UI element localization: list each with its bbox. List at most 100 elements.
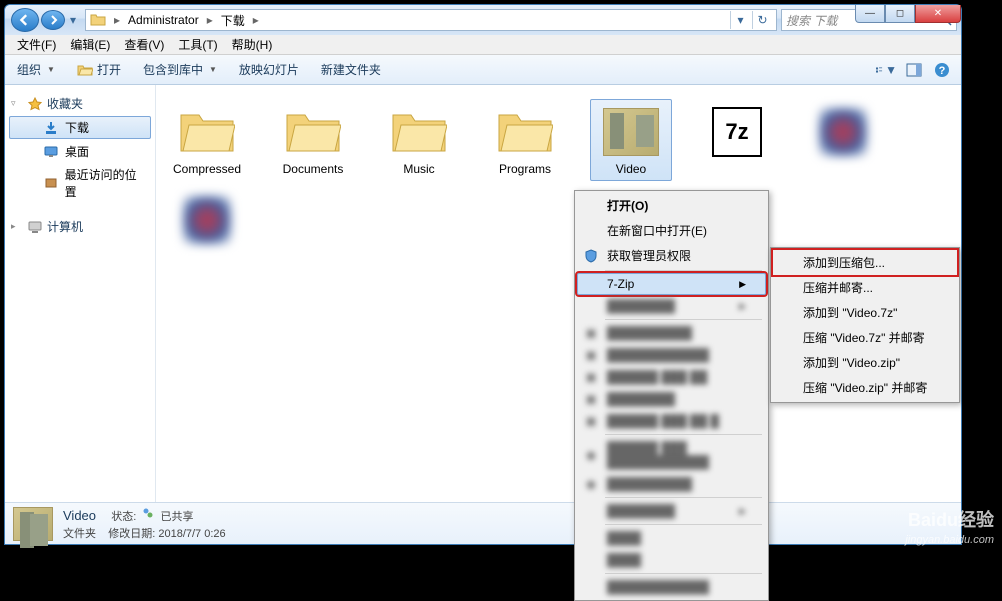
- ctx-blurred-item[interactable]: ████: [577, 527, 766, 549]
- ctx-blurred-item[interactable]: ▣██████████: [577, 322, 766, 344]
- file-item[interactable]: 7z: [696, 99, 778, 181]
- ctx-7z-compress-7z-email[interactable]: 压缩 "Video.7z" 并邮寄: [773, 325, 957, 350]
- ctx-blurred-item[interactable]: ████: [577, 549, 766, 571]
- download-icon: [43, 120, 59, 136]
- archive-icon: [819, 108, 867, 156]
- new-folder-button[interactable]: 新建文件夹: [317, 59, 385, 80]
- breadcrumb-part[interactable]: Administrator: [122, 11, 205, 29]
- star-icon: [27, 96, 43, 112]
- navigation-pane: ▿ 收藏夹 下载 桌面: [5, 85, 155, 502]
- toolbar: 组织▼ 打开 包含到库中▼ 放映幻灯片 新建文件夹 ▼ ?: [5, 55, 961, 85]
- ctx-blurred-item[interactable]: ████████▶: [577, 500, 766, 522]
- nav-history-dropdown[interactable]: ▾: [67, 10, 79, 30]
- file-label: Music: [403, 162, 434, 176]
- folder-icon: [285, 107, 341, 158]
- file-item[interactable]: Compressed: [166, 99, 248, 181]
- folder-icon: [179, 107, 235, 158]
- ctx-7z-compress-zip-email[interactable]: 压缩 "Video.zip" 并邮寄: [773, 375, 957, 400]
- include-in-library-button[interactable]: 包含到库中▼: [139, 59, 221, 80]
- video-folder-icon: [603, 108, 659, 156]
- ctx-7z-compress-email[interactable]: 压缩并邮寄...: [773, 275, 957, 300]
- ctx-run-as-admin[interactable]: 获取管理员权限: [577, 243, 766, 268]
- ctx-7z-add-7z[interactable]: 添加到 "Video.7z": [773, 300, 957, 325]
- file-item[interactable]: Music: [378, 99, 460, 181]
- help-button[interactable]: ?: [931, 59, 953, 81]
- address-dropdown-button[interactable]: ▾: [730, 11, 750, 29]
- file-item[interactable]: Documents: [272, 99, 354, 181]
- file-label: Documents: [283, 162, 344, 176]
- nav-back-button[interactable]: [11, 8, 39, 32]
- chevron-right-icon[interactable]: ▸: [205, 13, 215, 27]
- folder-icon: [391, 107, 447, 158]
- ctx-blurred-item[interactable]: ▣██████ ███ ██ █: [577, 410, 766, 432]
- menu-edit[interactable]: 编辑(E): [64, 34, 116, 55]
- ctx-blurred-item[interactable]: ◉██████████: [577, 473, 766, 495]
- sidebar-item-recent[interactable]: 最近访问的位置: [9, 164, 151, 202]
- file-item[interactable]: [802, 99, 884, 181]
- menu-tools[interactable]: 工具(T): [172, 34, 223, 55]
- archive-icon: [183, 196, 231, 244]
- nav-forward-button[interactable]: [41, 10, 65, 30]
- sidebar-item-downloads[interactable]: 下载: [9, 116, 151, 139]
- computer-icon: [27, 219, 43, 235]
- menu-view[interactable]: 查看(V): [118, 34, 170, 55]
- context-submenu-7zip: 添加到压缩包... 压缩并邮寄... 添加到 "Video.7z" 压缩 "Vi…: [770, 247, 960, 403]
- address-bar[interactable]: ▸ Administrator ▸ 下载 ▸ ▾ ↻: [85, 9, 777, 31]
- ctx-blurred-item[interactable]: ████████▶: [577, 295, 766, 317]
- menubar: 文件(F) 编辑(E) 查看(V) 工具(T) 帮助(H): [5, 35, 961, 55]
- status-shared: 已共享: [160, 511, 193, 523]
- menu-file[interactable]: 文件(F): [11, 34, 62, 55]
- status-type: 文件夹: [63, 528, 96, 540]
- file-label: Compressed: [173, 162, 241, 176]
- file-label: Video: [616, 162, 646, 176]
- folder-icon: [497, 107, 553, 158]
- slideshow-button[interactable]: 放映幻灯片: [235, 59, 303, 80]
- menu-help[interactable]: 帮助(H): [226, 34, 279, 55]
- sidebar-group-favorites[interactable]: ▿ 收藏夹: [9, 93, 151, 114]
- preview-pane-button[interactable]: [903, 59, 925, 81]
- file-item[interactable]: Video: [590, 99, 672, 181]
- file-item[interactable]: Programs: [484, 99, 566, 181]
- file-item[interactable]: [166, 187, 248, 255]
- status-name: Video: [63, 508, 96, 523]
- view-options-button[interactable]: ▼: [875, 59, 897, 81]
- open-button[interactable]: 打开: [73, 59, 125, 80]
- details-pane: Video 状态: 已共享 文件夹 修改日期: 2018/7/7 0:26: [5, 502, 961, 544]
- sidebar-item-desktop[interactable]: 桌面: [9, 141, 151, 162]
- submenu-arrow-icon: ▶: [739, 279, 746, 290]
- folder-icon: [90, 12, 106, 28]
- context-menu: 打开(O) 在新窗口中打开(E) 获取管理员权限 7-Zip ▶ ███████…: [574, 190, 769, 601]
- ctx-7z-add-zip[interactable]: 添加到 "Video.zip": [773, 350, 957, 375]
- expand-icon: ▸: [11, 221, 16, 232]
- maximize-button[interactable]: ◻: [885, 5, 915, 23]
- desktop-icon: [43, 144, 59, 160]
- ctx-open[interactable]: 打开(O): [577, 193, 766, 218]
- status-thumbnail: [13, 507, 53, 541]
- ctx-blurred-item[interactable]: ▣████████: [577, 388, 766, 410]
- chevron-right-icon[interactable]: ▸: [112, 13, 122, 27]
- shield-icon: [583, 248, 599, 264]
- ctx-blurred-item[interactable]: ◉██████ ███ ████████████: [577, 437, 766, 473]
- ctx-7zip[interactable]: 7-Zip ▶: [577, 273, 766, 295]
- ctx-blurred-item[interactable]: ████████████: [577, 576, 766, 598]
- ctx-open-new-window[interactable]: 在新窗口中打开(E): [577, 218, 766, 243]
- status-modified-label: 修改日期:: [108, 528, 155, 540]
- recent-places-icon: [43, 175, 59, 191]
- file-label: Programs: [499, 162, 551, 176]
- sidebar-group-computer[interactable]: ▸ 计算机: [9, 216, 151, 237]
- breadcrumb-part[interactable]: 下载: [215, 10, 251, 31]
- window-controls: — ◻ ✕: [855, 5, 961, 23]
- ctx-blurred-item[interactable]: ▣██████ ███ ██: [577, 366, 766, 388]
- organize-button[interactable]: 组织▼: [13, 59, 59, 80]
- refresh-button[interactable]: ↻: [752, 11, 772, 29]
- svg-text:?: ?: [939, 65, 946, 77]
- titlebar: ▾ ▸ Administrator ▸ 下载 ▸ ▾ ↻ 搜索 下载: [5, 5, 961, 35]
- collapse-icon: ▿: [11, 98, 16, 109]
- ctx-blurred-item[interactable]: ▣████████████: [577, 344, 766, 366]
- open-folder-icon: [77, 62, 93, 78]
- chevron-right-icon[interactable]: ▸: [251, 13, 261, 27]
- ctx-7z-add-archive[interactable]: 添加到压缩包...: [773, 250, 957, 275]
- minimize-button[interactable]: —: [855, 5, 885, 23]
- close-button[interactable]: ✕: [915, 5, 961, 23]
- shared-icon: [141, 506, 155, 520]
